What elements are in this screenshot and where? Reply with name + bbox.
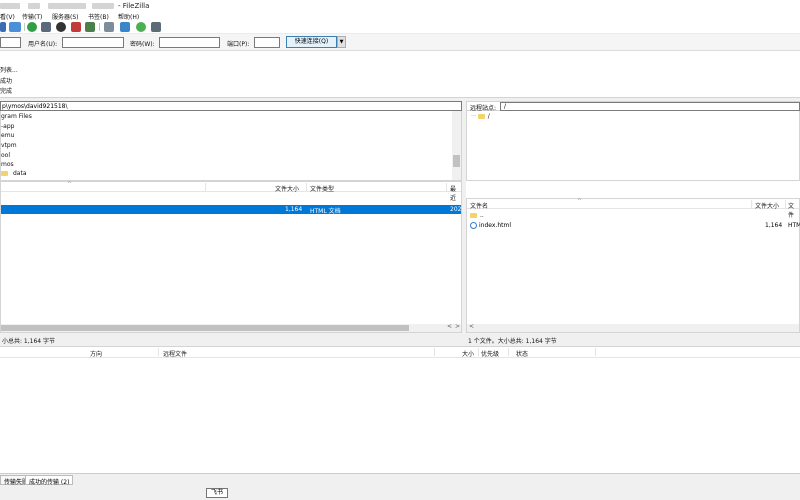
table-row[interactable]: .. <box>470 212 484 219</box>
folder-icon <box>477 114 485 119</box>
local-status: 小总共: 1,164 字节 <box>0 333 462 346</box>
scrollbar-thumb[interactable] <box>453 155 460 167</box>
log-line: 完成 <box>0 88 13 95</box>
status-strip <box>0 485 800 500</box>
menu-bar: 看(V) 传输(T) 服务器(S) 书签(B) 帮助(H) <box>0 11 800 21</box>
filter-icon[interactable] <box>104 22 114 32</box>
quickconnect-button[interactable]: 快速连接(Q) <box>286 36 337 48</box>
cell-type: HTML 文档 <box>310 208 341 215</box>
cell-size: 1,164 <box>765 222 783 229</box>
scroll-right-icon[interactable]: > <box>455 323 460 330</box>
table-row[interactable]: 1,164 HTML 文档 202 <box>1 205 462 215</box>
cell-type: HTM <box>788 222 800 229</box>
remote-status: 1 个文件。大小总共: 1,164 字节 <box>466 333 800 346</box>
port-input[interactable] <box>254 37 280 48</box>
column-status[interactable]: 状态 <box>516 349 528 358</box>
blurred-app-title <box>0 3 20 9</box>
compare-icon[interactable] <box>120 22 130 32</box>
disconnect-icon[interactable] <box>71 22 81 32</box>
toggle-log-icon[interactable] <box>9 22 21 32</box>
list-header: ^ 文件大小 文件类型 最近 <box>1 181 461 202</box>
horizontal-scrollbar[interactable]: < > <box>1 323 461 332</box>
blurred-app-title <box>92 3 114 9</box>
blurred-app-title <box>28 3 40 9</box>
local-path-input[interactable]: p\ymos\david921518\ <box>0 101 462 111</box>
cell-size: 1,164 <box>285 206 303 213</box>
message-log[interactable]: 列表... 成功 完成 <box>0 51 800 98</box>
remote-site-bar: 远程站点: / <box>466 101 800 112</box>
scroll-left-icon[interactable]: < <box>469 323 474 330</box>
column-name[interactable]: 文件名 <box>470 201 488 210</box>
tree-item[interactable]: gram Files <box>1 113 32 120</box>
column-size[interactable]: 文件大小 <box>275 184 299 193</box>
transfer-queue[interactable]: 方向 远程文件 大小 优先级 状态 <box>0 346 800 473</box>
queue-tabs: 传输失败 成功的传输 (2) <box>0 473 800 486</box>
local-file-list[interactable]: ^ 文件大小 文件类型 最近 1,164 HTML 文档 202 < > <box>0 181 462 333</box>
site-manager-icon[interactable] <box>0 22 6 32</box>
process-queue-icon[interactable] <box>41 22 51 32</box>
sync-browse-icon[interactable] <box>136 22 146 32</box>
list-header: 文件名 ^ 文件大小 文件 <box>467 198 799 219</box>
username-label: 用户名(U): <box>28 41 58 48</box>
local-directory-tree[interactable]: gram Files -app emu vtpm ool mos data <box>0 111 462 181</box>
tree-item-data[interactable]: data <box>1 170 27 177</box>
search-icon[interactable] <box>151 22 161 32</box>
column-type[interactable]: 文件 <box>788 201 799 219</box>
reconnect-icon[interactable] <box>85 22 95 32</box>
scrollbar[interactable] <box>452 111 461 180</box>
tree-item[interactable]: ool <box>1 152 10 159</box>
folder-icon <box>470 213 477 218</box>
password-input[interactable] <box>159 37 220 48</box>
toolbar <box>0 20 800 34</box>
folder-icon <box>1 171 8 176</box>
tree-item[interactable]: emu <box>1 132 14 139</box>
tree-item-root[interactable]: ··· / <box>471 113 490 120</box>
password-label: 密码(W): <box>130 41 155 48</box>
remote-path-input[interactable]: / <box>500 102 800 111</box>
tooltip: 飞书 <box>206 488 228 498</box>
quickconnect-dropdown-icon[interactable]: ▼ <box>337 36 346 48</box>
column-type[interactable]: 文件类型 <box>310 184 334 193</box>
blurred-app-title <box>48 3 86 9</box>
cancel-icon[interactable] <box>56 22 66 32</box>
html-file-icon <box>470 222 477 229</box>
quickconnect-bar: 用户名(U): 密码(W): 端口(P): 快速连接(Q) ▼ <box>0 34 800 51</box>
port-label: 端口(P): <box>227 41 250 48</box>
table-row[interactable]: index.html 1,164 HTM <box>470 222 800 231</box>
tree-item[interactable]: -app <box>1 123 14 130</box>
log-line: 列表... <box>0 67 18 74</box>
scrollbar-thumb[interactable] <box>1 325 409 331</box>
remote-file-list[interactable]: 文件名 ^ 文件大小 文件 .. index.html 1,164 HTM < <box>466 198 800 333</box>
queue-header: 方向 远程文件 大小 优先级 状态 <box>0 347 800 358</box>
username-input[interactable] <box>62 37 124 48</box>
host-input[interactable] <box>0 37 21 48</box>
refresh-icon[interactable] <box>27 22 37 32</box>
cell-name: .. <box>480 212 484 219</box>
cell-name: index.html <box>479 222 511 229</box>
column-modified[interactable]: 最近 <box>450 184 461 202</box>
title-bar: - FileZilla <box>0 0 800 11</box>
remote-directory-tree[interactable]: ··· / <box>466 111 800 181</box>
scroll-left-icon[interactable]: < <box>447 323 452 330</box>
log-line: 成功 <box>0 78 13 85</box>
horizontal-scrollbar[interactable]: < <box>467 323 799 332</box>
sort-ascending-icon: ^ <box>577 198 583 205</box>
tree-item[interactable]: vtpm <box>1 142 17 149</box>
tree-item-label: / <box>487 113 490 120</box>
cell-modified: 202 <box>450 206 462 213</box>
column-size[interactable]: 大小 <box>462 349 474 358</box>
tree-connector-icon: ··· <box>471 113 477 120</box>
column-remote-file[interactable]: 远程文件 <box>163 349 187 358</box>
tree-item[interactable]: mos <box>1 161 14 168</box>
window-title: - FileZilla <box>118 2 150 10</box>
sort-ascending-icon: ^ <box>67 181 73 188</box>
tree-item-label: data <box>13 170 27 177</box>
column-priority[interactable]: 优先级 <box>481 349 499 358</box>
tab-successful-transfers[interactable]: 成功的传输 (2) <box>25 475 74 486</box>
column-direction[interactable]: 方向 <box>90 349 102 358</box>
column-size[interactable]: 文件大小 <box>755 201 779 210</box>
